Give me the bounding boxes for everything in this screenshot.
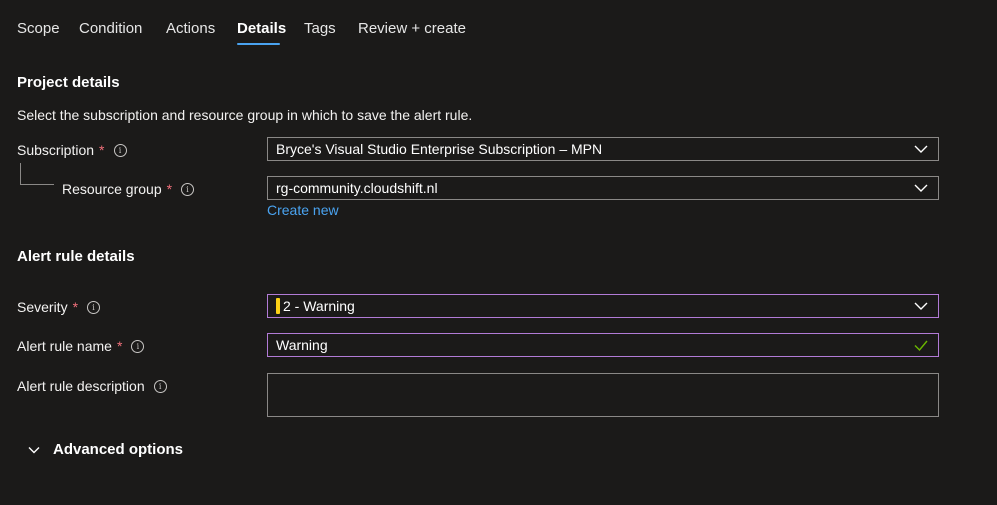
info-icon[interactable]: i: [87, 300, 101, 314]
subscription-dropdown[interactable]: Bryce's Visual Studio Enterprise Subscri…: [267, 137, 939, 161]
tab-review-create[interactable]: Review + create: [358, 20, 466, 37]
resource-group-label: Resource group * i: [62, 181, 195, 197]
alert-rule-description-label: Alert rule description i: [17, 378, 167, 394]
subscription-label-text: Subscription: [17, 142, 95, 158]
required-marker: *: [72, 299, 79, 315]
resource-group-label-text: Resource group: [62, 181, 162, 197]
info-icon[interactable]: i: [113, 143, 127, 157]
active-tab-indicator: [237, 43, 280, 45]
project-details-description: Select the subscription and resource gro…: [17, 107, 473, 123]
severity-color-indicator: [276, 298, 280, 314]
subscription-value: Bryce's Visual Studio Enterprise Subscri…: [276, 141, 603, 157]
alert-rule-name-label: Alert rule name * i: [17, 338, 145, 354]
info-icon[interactable]: i: [181, 182, 195, 196]
chevron-down-icon: [914, 302, 928, 310]
alert-rule-name-value: Warning: [276, 337, 328, 353]
alert-rule-description-label-text: Alert rule description: [17, 378, 145, 394]
alert-rule-description-input[interactable]: [267, 373, 939, 417]
subscription-label: Subscription * i: [17, 142, 127, 158]
create-new-link[interactable]: Create new: [267, 202, 339, 218]
advanced-options-label: Advanced options: [53, 441, 184, 458]
resource-group-dropdown[interactable]: rg-community.cloudshift.nl: [267, 176, 939, 200]
advanced-options-toggle[interactable]: Advanced options: [26, 441, 183, 458]
checkmark-icon: [914, 340, 928, 352]
alert-rule-name-input[interactable]: Warning: [267, 333, 939, 357]
info-icon[interactable]: i: [131, 339, 145, 353]
tree-connector: [20, 163, 54, 185]
required-marker: *: [166, 181, 173, 197]
severity-value: 2 - Warning: [283, 298, 355, 314]
alert-rule-name-label-text: Alert rule name: [17, 338, 112, 354]
required-marker: *: [116, 338, 123, 354]
chevron-down-icon: [28, 446, 40, 453]
chevron-down-icon: [914, 145, 928, 153]
severity-dropdown[interactable]: 2 - Warning: [267, 294, 939, 318]
tab-condition[interactable]: Condition: [79, 20, 142, 37]
severity-label: Severity * i: [17, 299, 101, 315]
project-details-heading: Project details: [17, 74, 120, 91]
tab-tags[interactable]: Tags: [304, 20, 336, 37]
required-marker: *: [99, 142, 105, 158]
severity-label-text: Severity: [17, 299, 68, 315]
info-icon[interactable]: i: [153, 379, 167, 393]
tab-scope[interactable]: Scope: [17, 20, 60, 37]
chevron-down-icon: [914, 184, 928, 192]
resource-group-value: rg-community.cloudshift.nl: [276, 180, 438, 196]
tab-details[interactable]: Details: [237, 20, 286, 37]
tab-actions[interactable]: Actions: [166, 20, 215, 37]
alert-rule-details-heading: Alert rule details: [17, 248, 135, 265]
